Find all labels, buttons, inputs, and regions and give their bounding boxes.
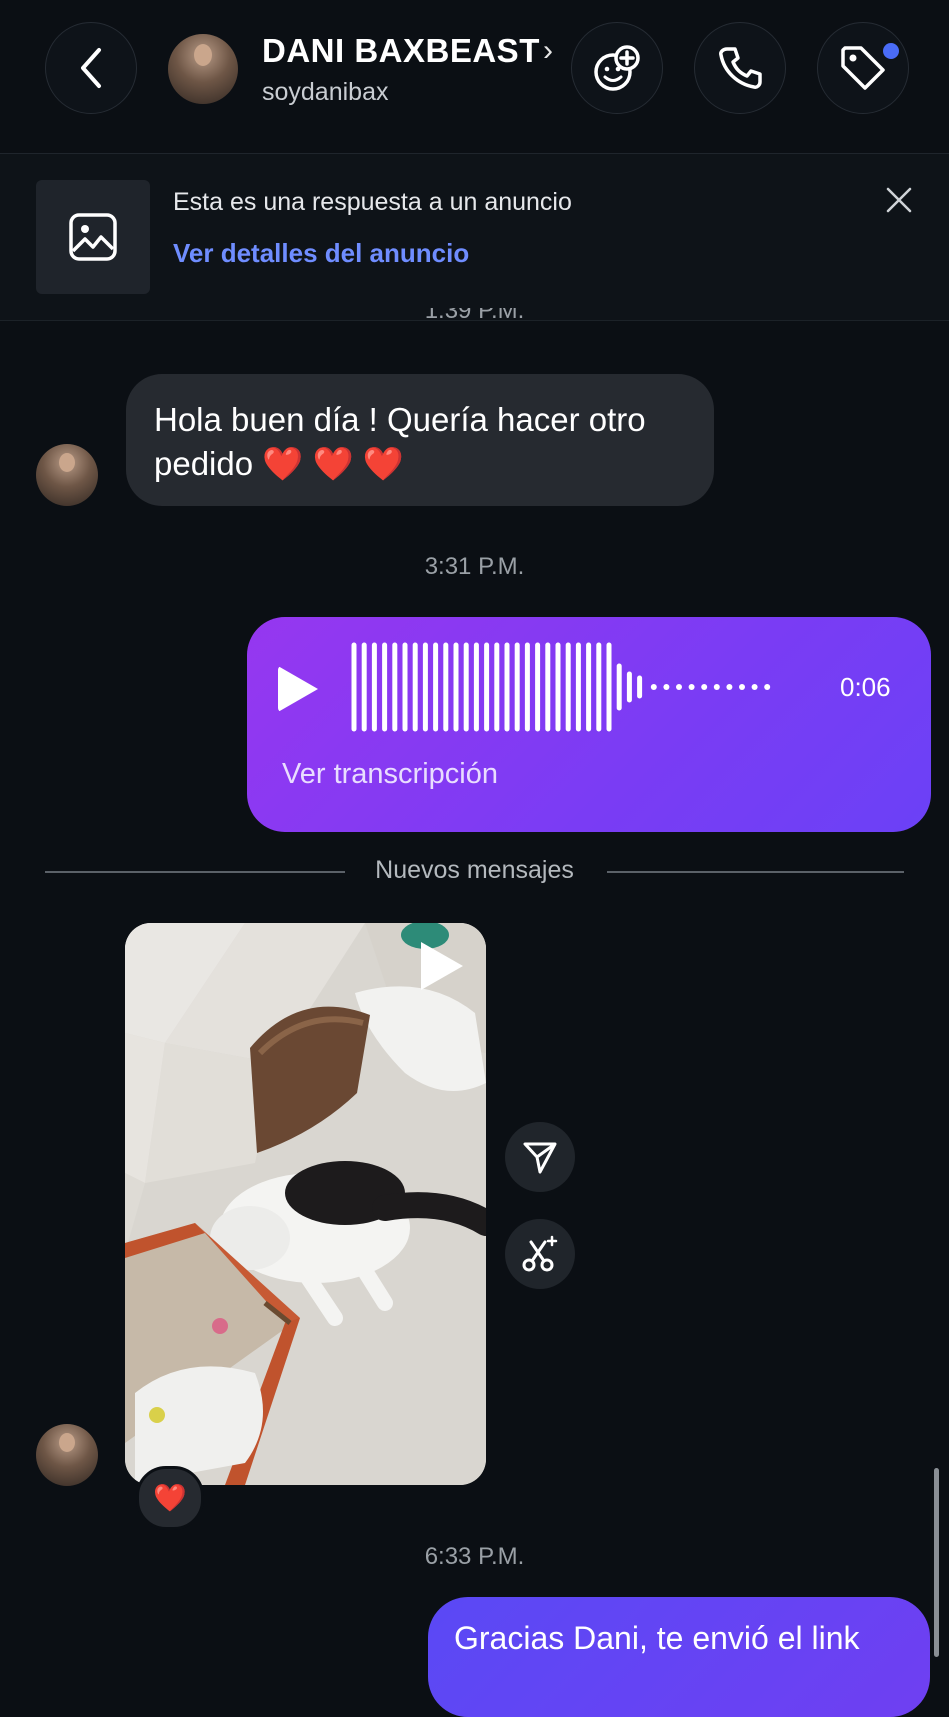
image-icon	[69, 213, 117, 261]
waveform-dot	[726, 684, 733, 690]
incoming-message-bubble[interactable]: Hola buen día ! Quería hacer otro pedido…	[126, 374, 714, 506]
chat-header	[0, 0, 949, 154]
timestamp: 1:39 P.M.	[0, 308, 949, 326]
waveform-dot	[751, 684, 758, 690]
play-icon[interactable]	[278, 666, 318, 712]
contact-handle: soydanibax	[262, 78, 389, 106]
video-message[interactable]	[125, 923, 486, 1485]
waveform-dot	[650, 684, 657, 690]
scrollbar[interactable]	[934, 1468, 939, 1657]
notification-dot	[883, 43, 899, 59]
waveform-dot	[764, 684, 771, 690]
message-text: Gracias Dani, te envió el link	[454, 1620, 860, 1656]
ad-details-link[interactable]: Ver detalles del anuncio	[173, 238, 469, 269]
phone-icon	[719, 47, 762, 89]
back-chevron-icon	[81, 48, 101, 88]
audio-waveform[interactable]	[350, 641, 810, 733]
waveform-dot	[701, 684, 708, 690]
waveform-dot	[688, 684, 695, 690]
share-button[interactable]	[505, 1122, 575, 1192]
add-sticker-icon	[594, 45, 640, 91]
timestamp: 3:31 P.M.	[424, 553, 525, 580]
voice-duration: 0:06	[840, 672, 891, 702]
label-button[interactable]	[817, 22, 909, 114]
waveform-dot	[713, 684, 720, 690]
tag-icon	[841, 46, 885, 90]
remix-button[interactable]	[505, 1219, 575, 1289]
message-emojis: ❤️ ❤️ ❤️	[262, 445, 404, 482]
contact-avatar[interactable]	[168, 34, 238, 104]
send-icon	[523, 1142, 557, 1174]
waveform-dot	[663, 684, 670, 690]
view-transcription-link[interactable]: Ver transcripción	[282, 758, 498, 791]
timestamp-text: 1:39 P.M.	[424, 308, 525, 324]
ad-thumbnail[interactable]	[36, 180, 150, 294]
back-button[interactable]	[45, 22, 137, 114]
sticker-button[interactable]	[571, 22, 663, 114]
scissors-sparkle-icon	[522, 1235, 558, 1272]
sender-avatar[interactable]	[36, 1424, 98, 1486]
ad-reply-text: Esta es una respuesta a un anuncio	[173, 188, 572, 216]
close-icon[interactable]	[884, 185, 914, 215]
video-thumbnail	[125, 923, 486, 1485]
new-messages-divider: Nuevos mensajes	[375, 856, 574, 884]
timestamp: 6:33 P.M.	[424, 1543, 525, 1570]
call-button[interactable]	[694, 22, 786, 114]
sender-avatar[interactable]	[36, 444, 98, 506]
waveform-dot	[676, 684, 682, 690]
contact-name[interactable]: DANI BAXBEAST	[262, 32, 540, 70]
video-play-icon[interactable]	[421, 942, 463, 990]
outgoing-message-bubble[interactable]	[428, 1597, 930, 1717]
waveform-dot	[739, 684, 745, 690]
heart-reaction[interactable]: ❤️	[136, 1466, 204, 1530]
contact-chevron-icon[interactable]: ›	[543, 34, 553, 68]
